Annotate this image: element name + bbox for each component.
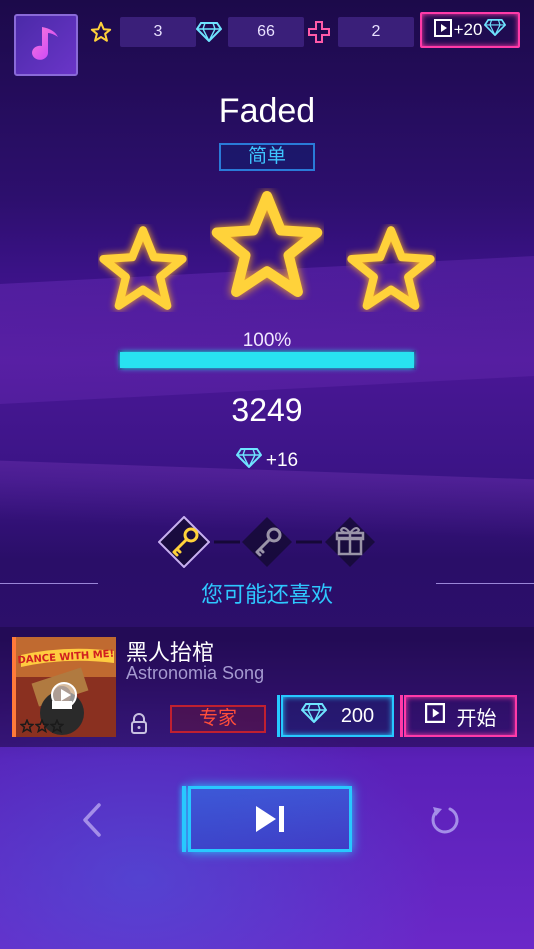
plus-cross-icon — [306, 21, 332, 43]
key-gold-icon — [157, 515, 211, 569]
diamond-icon — [196, 22, 222, 42]
gift-icon — [324, 516, 376, 568]
song-title: Faded — [218, 92, 316, 130]
song-cover[interactable]: DANCE WITH ME! — [12, 637, 116, 737]
gems-count: 66 — [228, 17, 304, 47]
gem-reward: +16 — [0, 448, 534, 474]
key-progress — [0, 512, 534, 572]
ad-reward-label: +20 — [453, 20, 483, 39]
star-empty-icon — [20, 719, 34, 733]
star-empty-icon — [50, 719, 64, 733]
lives-counter: 2 — [306, 16, 414, 48]
video-play-icon — [433, 18, 452, 42]
score: 3249 — [231, 392, 303, 428]
progress-percent: 100% — [242, 330, 292, 351]
watch-ad-button[interactable]: +20 — [420, 12, 520, 48]
lock-icon — [130, 713, 148, 740]
next-song-button[interactable] — [182, 786, 352, 852]
progress-bar-fill — [120, 352, 414, 368]
star-icon — [99, 226, 187, 310]
recommended-song-card[interactable]: DANCE WITH ME! 黑人抬棺 Astronomia Song 专家 2… — [0, 627, 534, 747]
start-label: 开始 — [456, 707, 497, 730]
star-empty-icon — [35, 719, 49, 733]
gem-reward-value: +16 — [265, 450, 299, 471]
star-icon — [347, 226, 435, 310]
song-star-rating — [20, 719, 64, 733]
stars-counter: 3 — [88, 16, 196, 48]
star-icon — [211, 190, 323, 298]
play-next-icon — [256, 806, 284, 832]
diamond-icon — [300, 703, 328, 729]
key-grey-icon — [241, 516, 293, 568]
buy-with-gems-button[interactable]: 200 — [277, 695, 394, 737]
gems-counter: 66 — [196, 16, 304, 48]
difficulty-badge-expert: 专家 — [170, 705, 266, 733]
back-button[interactable] — [76, 800, 108, 840]
recommended-song-artist: Astronomia Song — [126, 663, 265, 683]
lives-count: 2 — [338, 17, 414, 47]
price-label: 200 — [340, 704, 375, 727]
star-icon — [88, 21, 114, 43]
chevron-left-icon — [83, 803, 101, 837]
top-bar: 3 66 2 +20 — [14, 12, 520, 76]
replay-button[interactable] — [424, 800, 464, 840]
music-note-icon[interactable] — [14, 14, 78, 76]
star-rating — [0, 188, 534, 328]
progress-bar — [118, 350, 416, 370]
recommend-header: 您可能还喜欢 — [200, 582, 333, 607]
start-button[interactable]: 开始 — [400, 695, 517, 737]
diamond-icon — [235, 448, 263, 474]
stars-count: 3 — [120, 17, 196, 47]
replay-icon — [431, 807, 459, 834]
video-play-icon — [424, 703, 445, 729]
difficulty-badge: 简单 — [219, 143, 315, 171]
diamond-icon — [484, 19, 507, 41]
